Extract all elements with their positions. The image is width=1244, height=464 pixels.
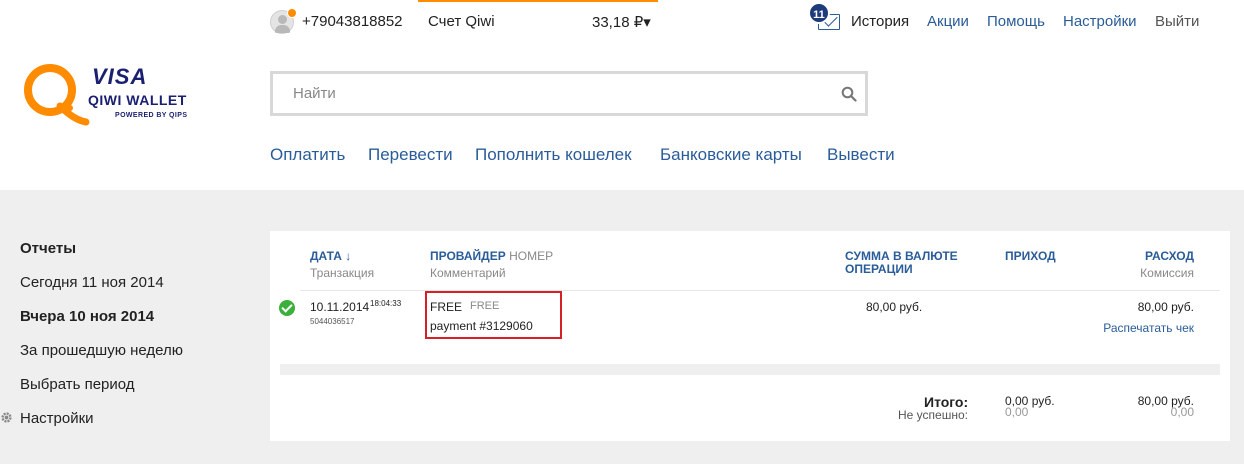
nav-logout[interactable]: Выйти (1155, 13, 1199, 30)
table-divider-bar (280, 364, 1220, 375)
header-income-label: ПРИХОД (1005, 249, 1056, 263)
row-expense: 80,00 руб. (1137, 300, 1194, 314)
logo-powered-text: POWERED BY QIPS (115, 112, 188, 119)
nav-help[interactable]: Помощь (987, 13, 1045, 30)
header-provider-label: ПРОВАЙДЕР (430, 249, 506, 263)
row-time: 18:04:33 (370, 299, 402, 308)
sidebar-item-choose-period[interactable]: Выбрать период (20, 376, 135, 393)
account-balance[interactable]: 33,18 ₽▾ (592, 13, 651, 31)
row-provider: FREE (430, 300, 463, 314)
sidebar-item-last-week[interactable]: За прошедшую неделю (20, 342, 183, 359)
mainnav-withdraw[interactable]: Вывести (827, 145, 895, 165)
nav-promo[interactable]: Акции (927, 13, 969, 30)
nav-history[interactable]: История (851, 13, 909, 30)
notification-badge[interactable]: 11 (808, 2, 830, 24)
row-number: FREE (470, 300, 500, 312)
balance-value: 33,18 ₽ (592, 14, 644, 31)
transactions-panel (270, 231, 1230, 441)
row-transaction-id: 5044036517 (310, 317, 355, 326)
sidebar-item-yesterday[interactable]: Вчера 10 ноя 2014 (20, 308, 154, 325)
header-date-sub: Транзакция (310, 266, 375, 280)
print-receipt-link[interactable]: Распечатать чек (1103, 321, 1194, 335)
sidebar-title: Отчеты (20, 240, 77, 257)
user-phone[interactable]: +79043818852 (302, 13, 403, 30)
mainnav-pay[interactable]: Оплатить (270, 145, 345, 165)
mainnav-topup[interactable]: Пополнить кошелек (475, 145, 632, 165)
header-number-label: НОМЕР (509, 249, 554, 263)
header-date[interactable]: ДАТА ↓ Транзакция (310, 250, 374, 280)
avatar-status-dot (287, 8, 297, 18)
gear-icon (1, 412, 12, 423)
header-provider[interactable]: ПРОВАЙДЕР НОМЕР Комментарий (430, 250, 553, 280)
header-comment-sub: Комментарий (430, 266, 506, 280)
row-comment: payment #3129060 (430, 319, 533, 333)
header-amount-line2: ОПЕРАЦИИ (845, 262, 913, 276)
search-box (270, 71, 868, 116)
header-expense-sub: Комиссия (1140, 266, 1194, 280)
qiwi-visa-logo[interactable]: VISA QIWI WALLET POWERED BY QIPS (22, 60, 202, 130)
qiwi-logo-icon (24, 64, 90, 126)
sidebar-item-today[interactable]: Сегодня 11 ноя 2014 (20, 274, 164, 291)
totals-income-fail: 0,00 (1005, 405, 1029, 419)
header-income[interactable]: ПРИХОД (1005, 250, 1056, 263)
sidebar-item-settings[interactable]: Настройки (20, 410, 94, 427)
totals-expense-fail: 0,00 (1170, 405, 1194, 419)
account-name[interactable]: Счет Qiwi (428, 13, 495, 30)
avatar[interactable] (270, 8, 297, 34)
nav-settings[interactable]: Настройки (1063, 13, 1137, 30)
totals-fail-label: Не успешно: (898, 408, 968, 422)
header-date-label: ДАТА ↓ (310, 249, 352, 263)
mainnav-transfer[interactable]: Перевести (368, 145, 453, 165)
logo-qiwi-wallet-text: QIWI WALLET (88, 92, 187, 108)
header-expense-label: РАСХОД (1145, 249, 1194, 263)
header-amount[interactable]: СУММА В ВАЛЮТЕ ОПЕРАЦИИ (845, 250, 958, 276)
header-expense[interactable]: РАСХОД Комиссия (1140, 250, 1194, 280)
chevron-down-icon: ▾ (643, 14, 651, 31)
row-date: 10.11.2014 (310, 300, 370, 314)
row-amount: 80,00 руб. (866, 300, 923, 314)
logo-visa-text: VISA (92, 64, 148, 89)
search-input[interactable] (273, 74, 833, 113)
search-icon[interactable] (841, 86, 857, 102)
success-check-icon (279, 300, 295, 316)
mainnav-bank-cards[interactable]: Банковские карты (660, 145, 802, 165)
